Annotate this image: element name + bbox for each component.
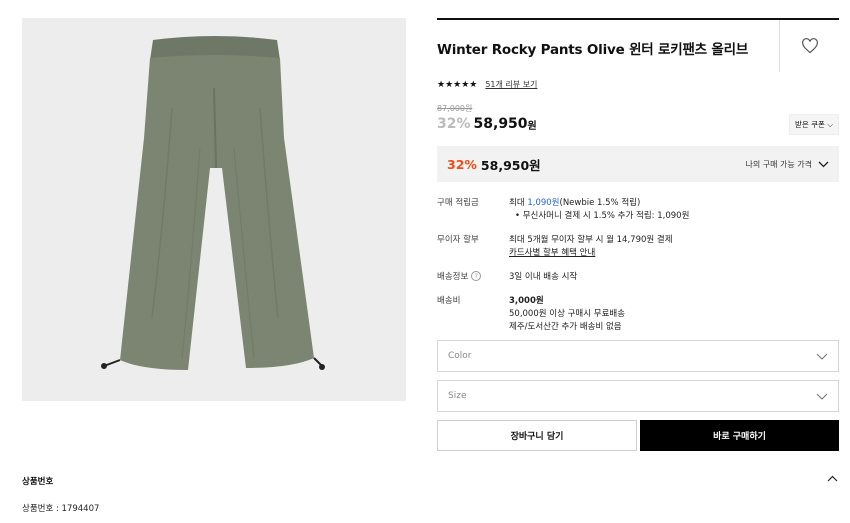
star-rating: ★★★★★ [437,79,478,90]
color-select-placeholder: Color [448,351,472,361]
best-price-label: 나의 구매 가능 가격 [745,159,812,169]
points-suffix: (Newbie 1.5% 적립) [559,198,641,208]
shipping-info-key: 배송정보 [437,272,469,282]
wishlist-button[interactable] [779,20,839,72]
heart-outline-icon[interactable] [801,38,819,54]
points-amount: 1,090원 [527,198,560,208]
points-bullet: 무신사머니 결제 시 1.5% 추가 적립: 1,090원 [522,211,690,221]
section-title: 상품번호 [22,477,54,487]
product-number: 상품번호 : 1794407 [22,504,100,514]
shipping-info-value: 3일 이내 배송 시작 [509,272,578,282]
product-title: Winter Rocky Pants Olive 윈터 로키팬츠 올리브 [437,42,749,58]
purchase-info: 구매 적립금 최대 1,090원(Newbie 1.5% 적립) • 무신사머니… [437,197,839,334]
points-key: 구매 적립금 [437,198,479,208]
rating-row: ★★★★★ 51개 리뷰 보기 [437,79,839,90]
installment-link[interactable]: 카드사별 할부 혜택 안내 [509,247,839,260]
shipping-fee-amount: 3,000원 [509,296,544,306]
best-discount-rate: 32% [447,156,477,172]
free-shipping-note: 50,000원 이상 구매시 무료배송 [509,309,626,319]
points-row: 구매 적립금 최대 1,090원(Newbie 1.5% 적립) • 무신사머니… [437,198,690,221]
best-price: 58,950원 [480,157,541,173]
chevron-down-icon: ⌵ [827,119,833,129]
chevron-down-icon [816,393,828,400]
review-link[interactable]: 51개 리뷰 보기 [485,79,537,90]
coupon-label: 받은 쿠폰 [794,119,825,129]
installment-key: 무이자 할부 [437,235,479,245]
product-image [22,18,406,401]
title-row: Winter Rocky Pants Olive 윈터 로키팬츠 올리브 [437,20,839,73]
pants-illustration [22,18,406,401]
island-shipping-note: 제주/도서산간 추가 배송비 없음 [509,322,622,332]
size-select[interactable]: Size [437,380,839,412]
points-prefix: 최대 [509,198,525,208]
best-price-box[interactable]: 32% 58,950원 나의 구매 가능 가격 [437,146,839,182]
installment-row: 무이자 할부 최대 5개월 무이자 할부 시 월 14,790원 결제 카드사별… [437,234,839,260]
price-row: 32% 58,950 원 받은 쿠폰 ⌵ [437,113,839,135]
shipping-fee-row: 배송비 3,000원 50,000원 이상 구매시 무료배송 제주/도서산간 추… [437,295,839,334]
sale-price: 58,950 [473,116,528,132]
chevron-down-icon [818,161,829,167]
question-circle-icon[interactable]: ? [471,271,482,281]
original-price: 87,000원 [437,104,473,113]
shipping-info-row: 배송정보 ? 3일 이내 배송 시작 [437,271,839,284]
add-to-cart-button[interactable]: 장바구니 담기 [437,420,637,451]
installment-text: 최대 5개월 무이자 할부 시 월 14,790원 결제 [509,235,673,245]
buy-now-button[interactable]: 바로 구매하기 [640,420,839,451]
chevron-up-icon[interactable] [827,475,838,482]
shipping-fee-key: 배송비 [437,296,461,306]
size-select-placeholder: Size [448,391,467,401]
product-info-panel: Winter Rocky Pants Olive 윈터 로키팬츠 올리브 ★★★… [437,18,839,345]
chevron-down-icon [816,353,828,360]
currency-unit: 원 [527,120,537,132]
coupon-button[interactable]: 받은 쿠폰 ⌵ [788,113,839,135]
color-select[interactable]: Color [437,340,839,372]
best-price-toggle[interactable]: 나의 구매 가능 가격 [745,159,829,170]
discount-rate: 32% [437,116,471,132]
